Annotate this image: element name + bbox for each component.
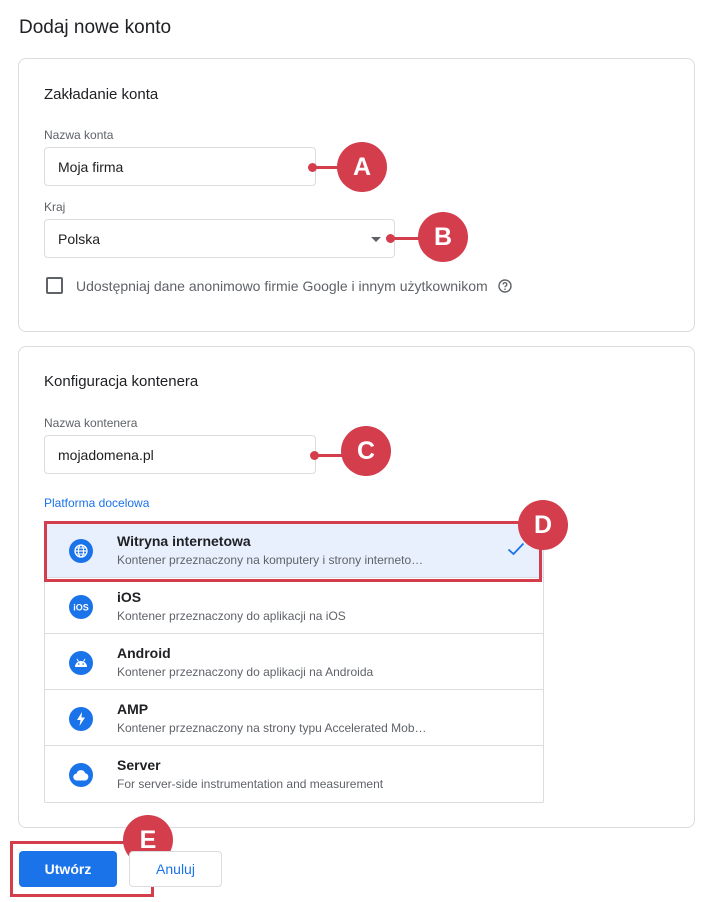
platform-name: Server — [117, 757, 161, 773]
cloud-icon — [69, 763, 93, 787]
platform-option-web[interactable]: Witryna internetowa Kontener przeznaczon… — [45, 522, 543, 578]
account-name-input[interactable] — [44, 147, 316, 186]
dropdown-arrow-icon — [371, 237, 381, 242]
platform-desc: Kontener przeznaczony do aplikacji na iO… — [117, 609, 346, 623]
marker-badge-c: C — [341, 426, 391, 476]
share-data-label: Udostępniaj dane anonimowo firmie Google… — [76, 277, 488, 294]
share-data-row: Udostępniaj dane anonimowo firmie Google… — [46, 277, 512, 294]
account-section-title: Zakładanie konta — [44, 86, 159, 103]
target-platform-label: Platforma docelowa — [44, 496, 150, 510]
create-button[interactable]: Utwórz — [19, 851, 117, 887]
platform-option-server[interactable]: Server For server-side instrumentation a… — [45, 746, 543, 802]
help-icon[interactable] — [497, 278, 512, 293]
page-title: Dodaj nowe konto — [19, 17, 172, 38]
platform-desc: Kontener przeznaczony do aplikacji na An… — [117, 665, 374, 679]
marker-badge-d: D — [518, 500, 568, 550]
bolt-icon — [69, 707, 93, 731]
check-icon — [507, 542, 525, 561]
account-name-label: Nazwa konta — [44, 128, 114, 142]
platform-desc: Kontener przeznaczony na strony typu Acc… — [117, 721, 427, 735]
ios-icon: iOS — [69, 595, 93, 619]
platform-desc: For server-side instrumentation and meas… — [117, 777, 384, 791]
account-setup-card: Zakładanie konta Nazwa konta Kraj Polska… — [18, 58, 695, 332]
container-setup-card: Konfiguracja kontenera Nazwa kontenera P… — [18, 346, 695, 828]
country-select[interactable]: Polska — [44, 219, 395, 258]
cancel-button[interactable]: Anuluj — [129, 851, 222, 887]
marker-badge-a: A — [337, 142, 387, 192]
svg-text:iOS: iOS — [73, 603, 89, 613]
platform-desc: Kontener przeznaczony na komputery i str… — [117, 553, 424, 567]
platform-name: Android — [117, 645, 171, 661]
container-section-title: Konfiguracja kontenera — [44, 373, 199, 390]
platform-list: Witryna internetowa Kontener przeznaczon… — [44, 521, 544, 803]
platform-option-amp[interactable]: AMP Kontener przeznaczony na strony typu… — [45, 690, 543, 746]
platform-option-ios[interactable]: iOS iOS Kontener przeznaczony do aplikac… — [45, 578, 543, 634]
container-name-input[interactable] — [44, 435, 316, 474]
platform-name: iOS — [117, 589, 142, 605]
android-icon — [69, 651, 93, 675]
container-name-label: Nazwa kontenera — [44, 416, 138, 430]
platform-name: AMP — [117, 701, 149, 717]
globe-icon — [69, 539, 93, 563]
platform-option-android[interactable]: Android Kontener przeznaczony do aplikac… — [45, 634, 543, 690]
marker-badge-b: B — [418, 212, 468, 262]
platform-name: Witryna internetowa — [117, 533, 251, 549]
share-data-checkbox[interactable] — [46, 277, 63, 294]
country-select-value: Polska — [58, 230, 101, 247]
country-label: Kraj — [44, 200, 66, 214]
